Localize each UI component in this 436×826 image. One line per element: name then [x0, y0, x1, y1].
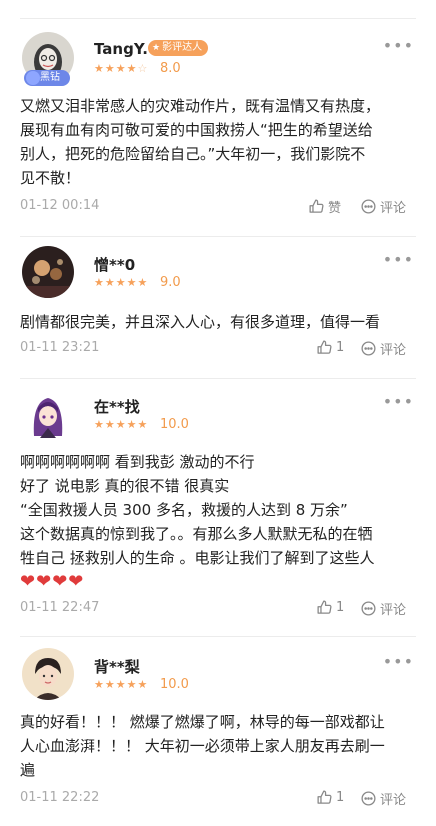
diamond-icon — [26, 71, 40, 85]
comment-text: 又燃又泪非常感人的灾难动作片，既有温情又有热度， 展现有血有肉可敬可爱的中国救捞… — [20, 97, 381, 187]
like-button[interactable]: 1 — [316, 789, 344, 806]
comment-text: 剧情都很完美，并且深入人心，有很多道理，值得一看 — [20, 313, 381, 331]
rating-score: 10.0 — [160, 677, 189, 692]
comment-date: 01-11 22:22 — [20, 790, 100, 805]
comment-card: 憎**0 ★★★★★ 9.0 ••• 剧情都很完美，并且深入人心，有很多道理，值… — [0, 236, 436, 378]
avatar[interactable] — [22, 648, 74, 700]
rating-score: 8.0 — [160, 61, 181, 76]
more-dots-icon[interactable]: ••• — [383, 36, 414, 55]
critic-badge: ★ 影评达人 — [148, 40, 209, 56]
comment-text: 啊啊啊啊啊啊 看到我彭 激动的不行 好了 说电影 真的很不错 很真实 “全国救援… — [20, 450, 416, 594]
vip-badge: 黑钻 — [24, 70, 70, 86]
comment-card: 在**找 ★★★★★ 10.0 ••• 啊啊啊啊啊啊 看到我彭 激动的不行 好了… — [0, 378, 436, 636]
username[interactable]: TangY. — [94, 40, 148, 58]
thumbs-up-icon — [317, 600, 332, 614]
like-button[interactable]: 1 — [316, 599, 344, 616]
username[interactable]: 背**梨 — [94, 656, 140, 677]
comment-card: 黑钻 TangY. ★ 影评达人 ★★★★☆ 8.0 ••• 又燃又泪非常感人的灾… — [0, 0, 436, 236]
comment-bubble-icon — [361, 199, 376, 214]
star-icon: ★ — [152, 43, 161, 53]
comment-bubble-icon — [361, 601, 376, 616]
more-dots-icon[interactable]: ••• — [383, 250, 414, 269]
comment-date: 01-12 00:14 — [20, 198, 100, 213]
rating-stars: ★★★★★ — [94, 276, 149, 289]
heart-icon: ❤ — [36, 571, 52, 592]
thumbs-up-icon — [309, 199, 324, 213]
heart-icon: ❤ — [52, 571, 68, 592]
heart-emojis: ❤❤❤❤ — [20, 570, 416, 594]
comment-bubble-icon — [361, 791, 376, 806]
rating-score: 9.0 — [160, 275, 181, 290]
heart-icon: ❤ — [20, 571, 36, 592]
like-button[interactable]: 1 — [316, 339, 344, 356]
rating-stars: ★★★★☆ — [94, 62, 149, 75]
comment-button[interactable]: 评论 — [360, 789, 406, 808]
thumbs-up-icon — [317, 790, 332, 804]
username[interactable]: 憎**0 — [94, 254, 135, 275]
username[interactable]: 在**找 — [94, 396, 140, 417]
avatar[interactable] — [22, 246, 74, 298]
comment-bubble-icon — [361, 341, 376, 356]
vip-label: 黑钻 — [40, 72, 60, 83]
thumbs-up-icon — [317, 340, 332, 354]
comment-text: 真的好看！！！ 燃爆了燃爆了啊，林导的每一部戏都让 人心血澎湃！！！ 大年初一必… — [20, 713, 385, 779]
comment-date: 01-11 23:21 — [20, 340, 100, 355]
rating-stars: ★★★★★ — [94, 418, 149, 431]
more-dots-icon[interactable]: ••• — [383, 392, 414, 411]
heart-icon: ❤ — [68, 571, 84, 592]
more-dots-icon[interactable]: ••• — [383, 652, 414, 671]
comment-button[interactable]: 评论 — [360, 197, 406, 216]
rating-stars: ★★★★★ — [94, 678, 149, 691]
like-button[interactable]: 赞 — [308, 197, 341, 216]
comment-button[interactable]: 评论 — [360, 599, 406, 618]
rating-score: 10.0 — [160, 417, 189, 432]
avatar[interactable] — [22, 388, 74, 440]
comment-date: 01-11 22:47 — [20, 600, 100, 615]
comment-button[interactable]: 评论 — [360, 339, 406, 358]
comment-card: 背**梨 ★★★★★ 10.0 ••• 真的好看！！！ 燃爆了燃爆了啊，林导的每… — [0, 636, 436, 826]
